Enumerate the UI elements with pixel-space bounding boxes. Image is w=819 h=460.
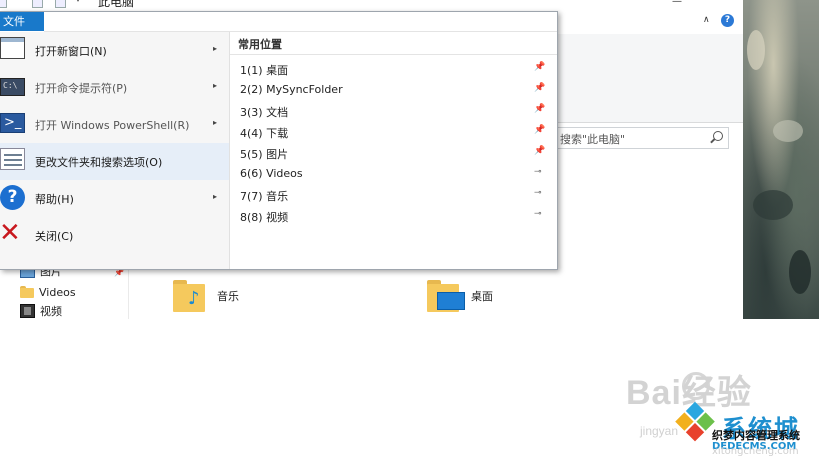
place-name: 音乐 [266, 190, 289, 203]
frequent-places-header: 常用位置 [238, 38, 282, 51]
minimize-icon[interactable]: — [672, 0, 682, 7]
place-name: Videos [266, 167, 303, 180]
pin-icon[interactable]: 📌 [534, 146, 545, 156]
folder-label: 音乐 [217, 290, 239, 303]
submenu-arrow-icon: ▸ [213, 192, 218, 201]
pin-icon[interactable]: 📌 [534, 62, 545, 72]
place-item[interactable]: 7(7) 音乐 ⊸ [240, 185, 550, 205]
music-folder-icon: ♪ [173, 280, 207, 312]
help-button[interactable]: ? [721, 14, 734, 27]
folder-icon [20, 286, 34, 298]
nav-item-label: Videos [39, 285, 76, 299]
menu-item-label: 打开命令提示符(P) [35, 82, 128, 95]
menu-item-open-new-window[interactable]: 打开新窗口(N) ▸ [0, 32, 229, 69]
divider [230, 54, 557, 55]
file-menu-top-band [44, 12, 557, 32]
place-index: 2(2) [240, 83, 263, 96]
quick-access-save-icon[interactable] [55, 0, 66, 8]
place-item[interactable]: 5(5) 图片 📌 [240, 143, 550, 163]
desktop-folder-icon [427, 280, 465, 312]
ribbon-expand-icon[interactable]: ∧ [703, 15, 710, 25]
file-menu: 文件 打开新窗口(N) ▸ C:\ 打开命令提示符(P) ▸ >_ 打开 Win… [0, 11, 558, 270]
place-name: 视频 [266, 211, 289, 224]
xitongcheng-url-watermark: xitongcheng.com [712, 446, 799, 457]
pin-icon[interactable]: 📌 [534, 104, 545, 114]
place-name: 下载 [266, 127, 289, 140]
place-name: 文档 [266, 106, 289, 119]
place-item[interactable]: 4(4) 下载 📌 [240, 122, 550, 142]
place-name: 图片 [266, 148, 289, 161]
quick-access-dropdown-icon[interactable]: ▾ [76, 0, 80, 4]
place-item[interactable]: 6(6) Videos ⊸ [240, 164, 550, 184]
menu-item-label: 关闭(C) [35, 230, 74, 243]
place-index: 5(5) [240, 148, 263, 161]
menu-item-label: 帮助(H) [35, 193, 74, 206]
pin-icon[interactable]: 📌 [534, 125, 545, 135]
folder-tile-desktop[interactable]: 桌面 [427, 280, 493, 312]
folder-tile-music[interactable]: ♪ 音乐 [173, 280, 239, 312]
menu-item-label: 打开 Windows PowerShell(R) [35, 119, 190, 132]
folder-label: 桌面 [471, 290, 493, 303]
place-index: 3(3) [240, 106, 263, 119]
place-index: 1(1) [240, 64, 263, 77]
search-icon[interactable] [713, 131, 723, 141]
quick-access-properties-icon[interactable] [0, 0, 7, 8]
jingyan-watermark: jingyan [640, 424, 679, 438]
desktop-wallpaper [743, 0, 819, 319]
file-menu-commands: 打开新窗口(N) ▸ C:\ 打开命令提示符(P) ▸ >_ 打开 Window… [0, 32, 230, 269]
menu-item-open-powershell[interactable]: >_ 打开 Windows PowerShell(R) ▸ [0, 106, 229, 143]
menu-item-label: 打开新窗口(N) [35, 45, 107, 58]
nav-item-video[interactable]: 视频 [20, 303, 62, 319]
folder-options-icon [0, 148, 25, 170]
unpinned-icon[interactable]: ⊸ [534, 188, 542, 198]
ribbon-band [557, 34, 743, 123]
window-title: 此电脑 [98, 0, 135, 9]
submenu-arrow-icon: ▸ [213, 118, 218, 127]
submenu-arrow-icon: ▸ [213, 81, 218, 90]
submenu-arrow-icon: ▸ [213, 44, 218, 53]
powershell-icon: >_ [0, 113, 25, 133]
menu-item-help[interactable]: ? 帮助(H) ▸ [0, 180, 229, 217]
command-prompt-icon: C:\ [0, 78, 25, 96]
unpinned-icon[interactable]: ⊸ [534, 167, 542, 177]
place-index: 6(6) [240, 167, 263, 180]
place-name: 桌面 [266, 64, 289, 77]
unpinned-icon[interactable]: ⊸ [534, 209, 542, 219]
help-icon: ? [0, 185, 25, 210]
new-window-icon [0, 37, 25, 59]
nav-item-videos[interactable]: Videos [20, 284, 76, 300]
place-item[interactable]: 1(1) 桌面 📌 [240, 59, 550, 79]
menu-item-folder-options[interactable]: 更改文件夹和搜索选项(O) [0, 143, 229, 180]
place-index: 8(8) [240, 211, 263, 224]
search-input[interactable]: 搜索"此电脑" [557, 127, 729, 149]
place-item[interactable]: 8(8) 视频 ⊸ [240, 206, 550, 226]
video-icon [20, 304, 35, 318]
menu-item-label: 更改文件夹和搜索选项(O) [35, 156, 163, 169]
quick-access-new-folder-icon[interactable] [32, 0, 43, 8]
place-index: 4(4) [240, 127, 263, 140]
frequent-places-panel: 常用位置 1(1) 桌面 📌 2(2) MySyncFolder 📌 3(3) … [230, 32, 557, 269]
menu-item-open-command-prompt[interactable]: C:\ 打开命令提示符(P) ▸ [0, 69, 229, 106]
file-tab[interactable]: 文件 [0, 12, 44, 31]
pin-icon[interactable]: 📌 [534, 83, 545, 93]
place-index: 7(7) [240, 190, 263, 203]
search-placeholder: 搜索"此电脑" [560, 133, 626, 146]
place-item[interactable]: 3(3) 文档 📌 [240, 101, 550, 121]
menu-item-close[interactable]: ✕ 关闭(C) [0, 217, 229, 254]
ribbon-tabs: ∧ ? [557, 12, 743, 35]
place-name: MySyncFolder [266, 83, 343, 96]
place-item[interactable]: 2(2) MySyncFolder 📌 [240, 80, 550, 100]
close-icon: ✕ [0, 218, 21, 248]
nav-item-label: 视频 [40, 305, 62, 318]
